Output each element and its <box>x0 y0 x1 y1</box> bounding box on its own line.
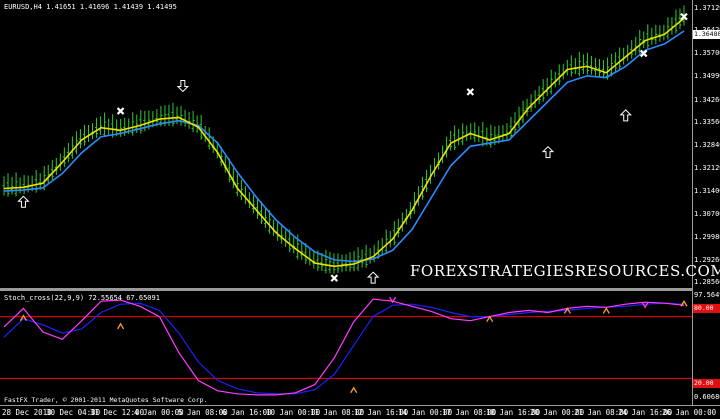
pane-separator[interactable] <box>0 288 692 291</box>
current-price-tag: 1.36480 <box>693 30 720 39</box>
price-scale-label: 1.34990 <box>694 72 720 81</box>
indicator-scale-label: 97.5649 <box>694 291 720 299</box>
fast-ma-line <box>3 17 685 268</box>
buy-arrow-icon <box>541 145 555 159</box>
stoch-cross-up-icon <box>117 322 125 330</box>
slow-ma-line <box>3 30 685 263</box>
copyright-text: FastFX Trader, © 2001-2011 MetaQuotes So… <box>4 396 208 404</box>
price-scale-label: 1.35700 <box>694 49 720 58</box>
price-scale-label: 1.29260 <box>694 255 720 264</box>
price-scale-label: 1.34260 <box>694 95 720 104</box>
price-scale-label: 1.32840 <box>694 141 720 149</box>
stoch-cross-up-icon <box>602 307 610 314</box>
level-80-tag: 80.00 <box>693 304 720 313</box>
price-scale-label: 1.32120 <box>694 164 720 173</box>
time-axis-label: 5 Jan 08:00 <box>178 408 228 417</box>
watermark-text: FOREXSTRATEGIESRESOURCES.COM <box>410 262 720 280</box>
time-axis[interactable]: 28 Dec 2010 30 Dec 04:00 31 Dec 12:00 4 Jan… <box>0 406 716 419</box>
price-scale[interactable]: 1.371201.364201.357001.349901.342601.335… <box>694 0 720 288</box>
indicator-scale-label: 0.60680 <box>694 393 720 401</box>
cross-signal-icon <box>330 274 339 282</box>
price-scale-label: 1.31400 <box>694 187 720 196</box>
sell-arrow-icon <box>176 79 190 93</box>
time-axis-label: 4 Jan 00:00 <box>134 408 184 417</box>
cross-signal-icon <box>466 88 475 96</box>
price-scale-border <box>692 0 693 406</box>
price-scale-label: 1.28560 <box>694 278 720 286</box>
stoch-cross-up-icon <box>350 386 358 394</box>
time-axis-label: 26 Jan 00:00 <box>662 408 717 417</box>
time-axis-label: 6 Jan 16:00 <box>222 408 272 417</box>
price-chart-svg <box>2 5 688 284</box>
buy-arrow-icon <box>366 271 380 284</box>
indicator-chart-svg <box>0 296 692 396</box>
buy-arrow-icon <box>17 195 30 208</box>
cross-signal-icon <box>116 107 125 115</box>
price-scale-label: 1.33560 <box>694 117 720 126</box>
time-axis-label: 28 Dec 2010 <box>2 408 52 417</box>
metatrader-chart-window: EURUSD,H4 1.41651 1.41696 1.41439 1.4149… <box>0 0 720 419</box>
indicator-title: Stoch_cross(22,9,9) 72.55654 67.65091 <box>4 294 160 302</box>
price-scale-label: 1.37120 <box>694 4 720 12</box>
stoch-main-line <box>3 298 685 396</box>
level-20-tag: 20.00 <box>693 379 720 388</box>
price-scale-label: 1.29980 <box>694 232 720 241</box>
buy-arrow-icon <box>619 109 632 122</box>
chart-title: EURUSD,H4 1.41651 1.41696 1.41439 1.4149… <box>4 3 177 11</box>
price-scale-label: 1.30700 <box>694 209 720 218</box>
